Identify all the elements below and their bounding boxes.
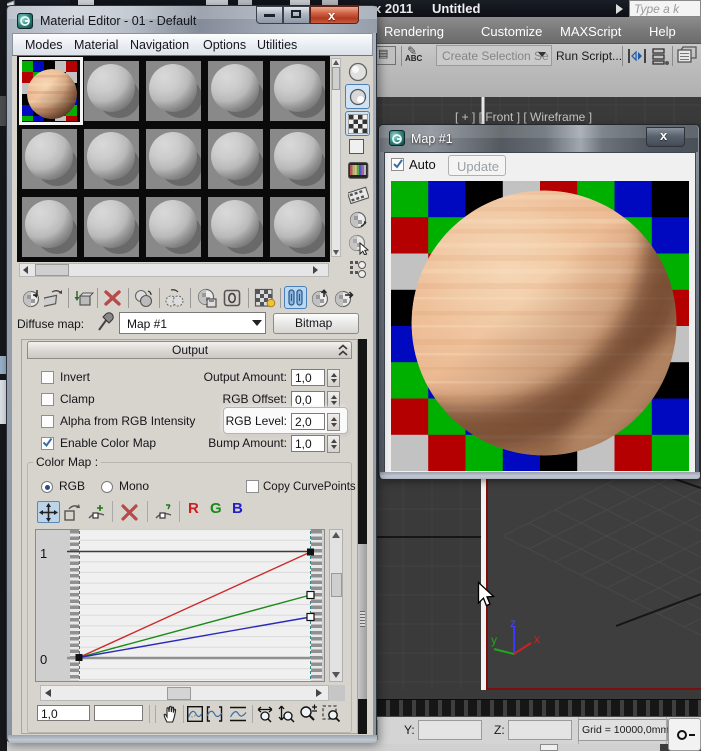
svg-text:y: y: [491, 633, 497, 647]
svg-text:z: z: [510, 616, 516, 630]
svg-text:x: x: [534, 632, 540, 646]
